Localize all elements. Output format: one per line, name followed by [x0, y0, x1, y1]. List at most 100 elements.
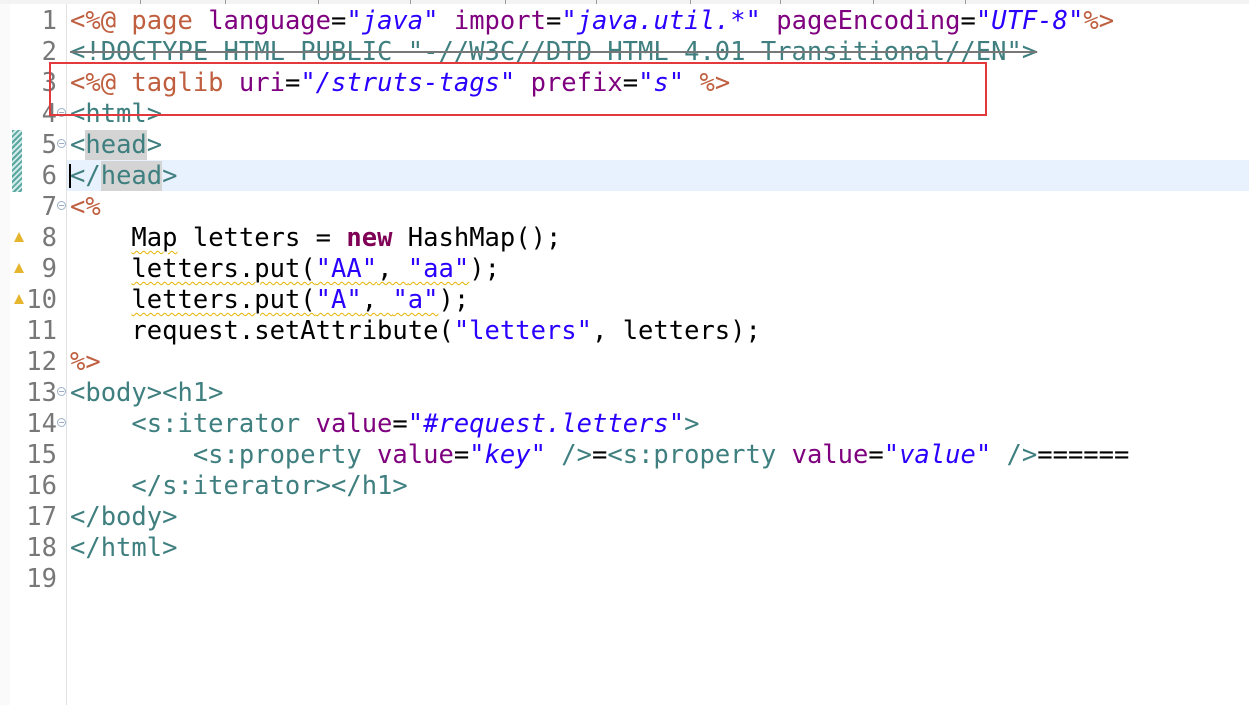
code-token: uri	[238, 68, 285, 98]
code-token: taglib	[131, 68, 239, 98]
code-token: value	[315, 409, 393, 439]
code-line[interactable]: 5− <head>	[0, 130, 1249, 161]
code-token: "A"	[315, 285, 362, 315]
code-line[interactable]: 15 <s:property value="key" />=<s:propert…	[0, 440, 1249, 471]
fold-toggle-icon[interactable]: −	[57, 108, 66, 117]
code-token: request.setAttribute(	[70, 316, 454, 346]
code-token: =	[622, 68, 639, 98]
code-line[interactable]: 8 Map letters = new HashMap();	[0, 223, 1249, 254]
fold-toggle-icon[interactable]: −	[57, 139, 66, 148]
code-token: </	[70, 161, 101, 191]
code-line[interactable]: 1 <%@ page language="java" import="java.u…	[0, 6, 1249, 37]
code-token: <%@	[70, 6, 132, 36]
line-number: 5	[41, 130, 57, 160]
code-line[interactable]: 11 request.setAttribute("letters", lette…	[0, 316, 1249, 347]
code-line[interactable]: 12 %>	[0, 347, 1249, 378]
line-number: 4	[41, 99, 57, 129]
code-token: , letters);	[591, 316, 761, 346]
code-line[interactable]: 14− <s:iterator value="#request.letters"…	[0, 409, 1249, 440]
fold-toggle-icon[interactable]: −	[57, 201, 66, 210]
code-text[interactable]: <%	[70, 192, 101, 223]
tab-divider	[505, 0, 506, 4]
code-token: %>	[684, 68, 731, 98]
tab-divider	[690, 0, 691, 4]
code-token: letters.put(	[131, 254, 316, 284]
code-token: "letters"	[453, 316, 592, 346]
code-token: =	[284, 68, 301, 98]
code-token: "/struts-tags"	[300, 68, 516, 98]
code-text[interactable]: letters.put("AA", "aa");	[70, 254, 500, 285]
code-token: letters =	[177, 223, 347, 253]
line-number: 1	[41, 6, 57, 36]
code-text[interactable]: </html>	[70, 533, 177, 564]
code-token: <%	[70, 192, 101, 222]
code-line[interactable]: 7− <%	[0, 192, 1249, 223]
tab-divider	[140, 0, 141, 4]
code-text[interactable]: Map letters = new HashMap();	[70, 223, 561, 254]
code-token: </body>	[70, 502, 178, 532]
code-token: =	[545, 6, 562, 36]
code-text[interactable]: </s:iterator></h1>	[70, 471, 408, 502]
code-text[interactable]: request.setAttribute("letters", letters)…	[70, 316, 761, 347]
code-line[interactable]: 19	[0, 564, 1249, 595]
code-token: );	[469, 254, 500, 284]
code-token: </html>	[70, 533, 178, 563]
code-line[interactable]: 2 <!DOCTYPE HTML PUBLIC "-//W3C//DTD HTML…	[0, 37, 1249, 68]
fold-toggle-icon[interactable]: −	[57, 387, 66, 396]
code-text[interactable]: %>	[70, 347, 101, 378]
code-token: Map	[131, 223, 178, 253]
code-text[interactable]: <s:iterator value="#request.letters">	[70, 409, 699, 440]
code-token: />	[991, 440, 1038, 470]
code-token: ======	[1037, 440, 1130, 470]
fold-toggle-icon[interactable]: −	[57, 418, 66, 427]
code-text[interactable]: <%@ page language="java" import="java.ut…	[70, 6, 1114, 37]
code-token: "aa"	[407, 254, 470, 284]
code-token: </s:iterator></h1>	[70, 471, 408, 501]
code-line[interactable]: 4− <html>	[0, 99, 1249, 130]
tab-divider	[965, 0, 966, 4]
code-token: <%@	[70, 68, 132, 98]
code-line[interactable]: 9 letters.put("AA", "aa");	[0, 254, 1249, 285]
code-text[interactable]: <html>	[70, 99, 162, 130]
code-text[interactable]: </body>	[70, 502, 177, 533]
code-text[interactable]: </head>	[70, 161, 178, 192]
code-token: %>	[70, 347, 101, 377]
code-token: />	[545, 440, 592, 470]
code-token: ,	[361, 285, 393, 315]
line-number: 15	[26, 440, 57, 470]
code-line[interactable]: 6 </head>	[0, 161, 1249, 192]
code-line[interactable]: 17 </body>	[0, 502, 1249, 533]
tab-divider	[410, 0, 411, 4]
code-text[interactable]: <body><h1>	[70, 378, 224, 409]
line-number: 2	[41, 37, 57, 67]
code-editor[interactable]: 1 <%@ page language="java" import="java.u…	[0, 0, 1249, 705]
code-text[interactable]: <!DOCTYPE HTML PUBLIC "-//W3C//DTD HTML …	[70, 37, 1037, 68]
code-line[interactable]: 13− <body><h1>	[0, 378, 1249, 409]
code-token: letters.put(	[131, 285, 316, 315]
code-token: "java.util.*"	[561, 6, 761, 36]
tab-divider	[596, 0, 597, 4]
code-token: HashMap();	[392, 223, 562, 253]
code-token: page	[131, 6, 209, 36]
code-text[interactable]: <%@ taglib uri="/struts-tags" prefix="s"…	[70, 68, 730, 99]
tab-divider	[780, 0, 781, 4]
code-text[interactable]: <s:property value="key" />=<s:property v…	[70, 440, 1130, 471]
code-line[interactable]: 10 letters.put("A", "a");	[0, 285, 1249, 316]
line-number: 14	[26, 409, 57, 439]
code-token: "#request.letters"	[407, 409, 685, 439]
line-number: 12	[26, 347, 57, 377]
code-text[interactable]: <head>	[70, 130, 162, 161]
code-token: >	[684, 409, 700, 439]
tab-divider	[318, 0, 319, 4]
code-line[interactable]: 16 </s:iterator></h1>	[0, 471, 1249, 502]
code-text[interactable]: letters.put("A", "a");	[70, 285, 469, 316]
text-cursor	[69, 164, 71, 188]
code-line[interactable]: 3 <%@ taglib uri="/struts-tags" prefix="s…	[0, 68, 1249, 99]
code-line[interactable]: 18 </html>	[0, 533, 1249, 564]
code-token: <s:property	[607, 440, 792, 470]
code-token: prefix	[515, 68, 623, 98]
code-token: =	[868, 440, 884, 470]
